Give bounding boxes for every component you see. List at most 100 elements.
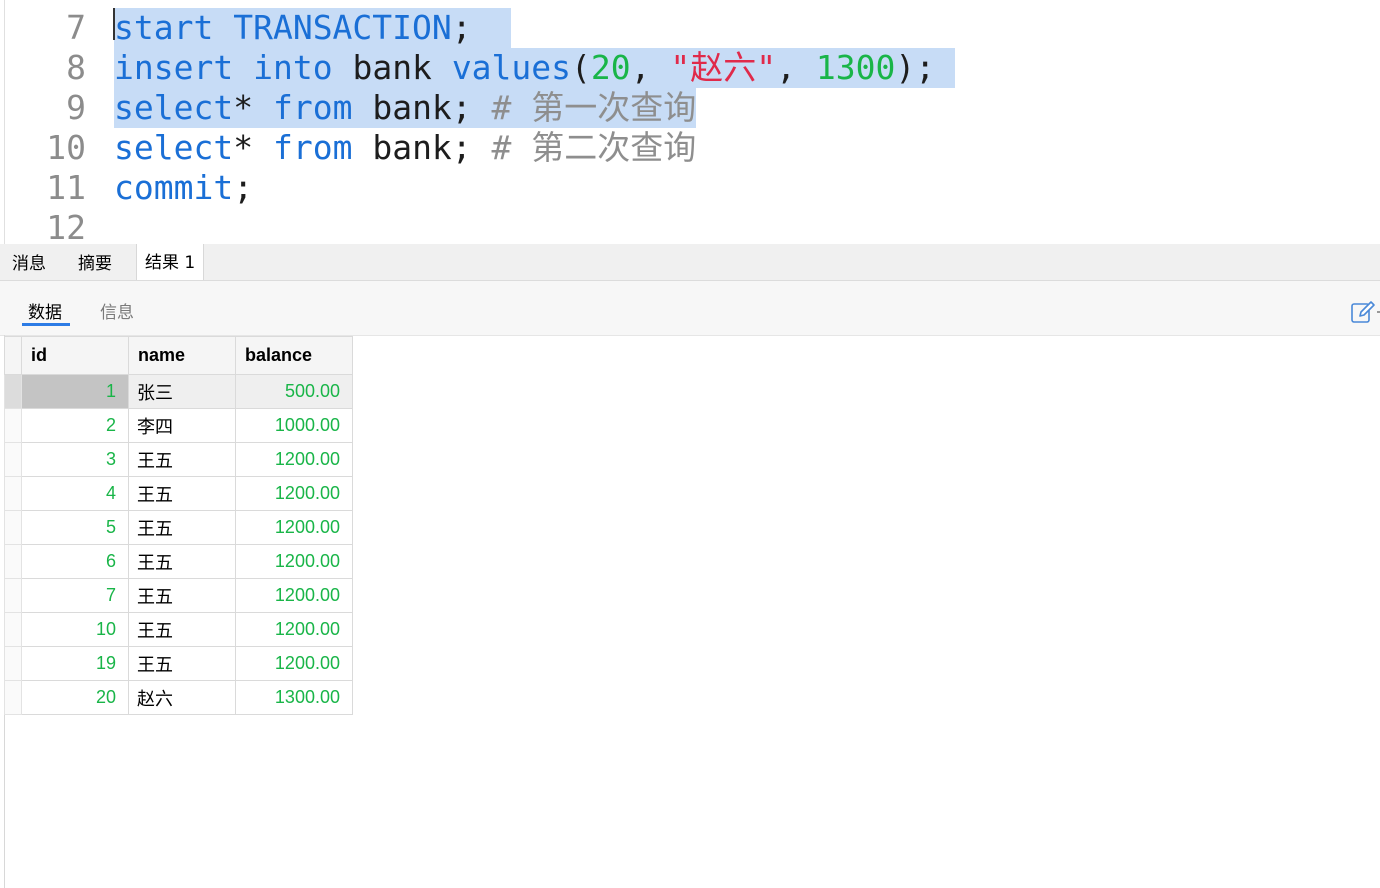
row-header[interactable] (4, 408, 22, 443)
line-number: 7 (66, 8, 86, 47)
punct-token: ); (895, 48, 936, 87)
punct-token: ( (571, 48, 591, 87)
cell-id[interactable]: 5 (21, 510, 129, 545)
row-header[interactable] (4, 476, 22, 511)
row-header[interactable] (4, 442, 22, 477)
code-text[interactable]: select* from bank; # 第一次查询 (114, 88, 697, 128)
code-line-8[interactable]: 8 insert into bank values(20, "赵六", 1300… (0, 48, 1380, 88)
keyword-token: into (253, 48, 333, 87)
code-line-12[interactable]: 12 (0, 208, 1380, 244)
result-panel-tabs: 消息 摘要 结果 1 (0, 244, 1380, 281)
tab-info[interactable]: 信息 (100, 298, 134, 323)
cell-name[interactable]: 王五 (128, 612, 236, 647)
cell-id[interactable]: 1 (21, 374, 129, 409)
row-header[interactable] (4, 578, 22, 613)
cell-id[interactable]: 3 (21, 442, 129, 477)
keyword-token: values (451, 48, 572, 87)
grid-header-row: id name balance (4, 336, 353, 375)
code-line-7[interactable]: 7 start TRANSACTION; (0, 8, 1380, 48)
code-text[interactable]: select* from bank; # 第二次查询 (114, 128, 696, 168)
cell-balance[interactable]: 1200.00 (235, 442, 353, 477)
cell-balance[interactable]: 1200.00 (235, 578, 353, 613)
table-row[interactable]: 19 王五 1200.00 (4, 646, 353, 681)
row-header[interactable] (4, 612, 22, 647)
code-text[interactable]: start TRANSACTION; (114, 8, 512, 48)
cell-name[interactable]: 王五 (128, 510, 236, 545)
comment-token: # 第一次查询 (491, 88, 697, 127)
table-row[interactable]: 2 李四 1000.00 (4, 408, 353, 443)
cell-name[interactable]: 李四 (128, 408, 236, 443)
table-row[interactable]: 3 王五 1200.00 (4, 442, 353, 477)
row-header[interactable] (4, 680, 22, 715)
code-line-9[interactable]: 9 select* from bank; # 第一次查询 (0, 88, 1380, 128)
row-header[interactable] (4, 544, 22, 579)
cell-balance[interactable]: 1000.00 (235, 408, 353, 443)
cell-name[interactable]: 赵六 (128, 680, 236, 715)
cell-name[interactable]: 王五 (128, 578, 236, 613)
line-number: 8 (66, 48, 86, 87)
row-header[interactable] (4, 646, 22, 681)
cell-name[interactable]: 张三 (128, 374, 236, 409)
table-row[interactable]: 5 王五 1200.00 (4, 510, 353, 545)
sql-editor[interactable]: 7 start TRANSACTION; 8 insert into bank … (0, 0, 1380, 244)
cell-balance[interactable]: 1200.00 (235, 476, 353, 511)
code-line-11[interactable]: 11 commit; (0, 168, 1380, 208)
number-token: 1300 (815, 48, 896, 87)
pencil-edit-icon[interactable] (1350, 299, 1376, 325)
punct-token: ; (451, 8, 472, 47)
keyword-token: start (114, 8, 214, 47)
row-header-corner[interactable] (4, 336, 22, 375)
table-row[interactable]: 6 王五 1200.00 (4, 544, 353, 579)
column-header-id[interactable]: id (21, 336, 129, 375)
table-row[interactable]: 4 王五 1200.00 (4, 476, 353, 511)
table-row[interactable]: 10 王五 1200.00 (4, 612, 353, 647)
cell-name[interactable]: 王五 (128, 442, 236, 477)
cell-id[interactable]: 4 (21, 476, 129, 511)
code-text[interactable]: commit; (114, 168, 253, 208)
cell-balance[interactable]: 1200.00 (235, 646, 353, 681)
cell-id[interactable]: 2 (21, 408, 129, 443)
identifier-token: bank (352, 48, 432, 87)
cell-id[interactable]: 10 (21, 612, 129, 647)
code-text[interactable]: insert into bank values(20, "赵六", 1300); (114, 48, 956, 88)
column-header-balance[interactable]: balance (235, 336, 353, 375)
cell-id[interactable]: 7 (21, 578, 129, 613)
row-header[interactable] (4, 510, 22, 545)
comment-token: # 第二次查询 (491, 128, 697, 167)
identifier-token: bank; (372, 88, 472, 127)
cell-balance[interactable]: 1200.00 (235, 612, 353, 647)
keyword-token: commit (114, 168, 234, 207)
result-data-grid[interactable]: id name balance 1 张三 500.00 2 李四 1000.00… (4, 336, 353, 715)
cell-name[interactable]: 王五 (128, 544, 236, 579)
cell-id[interactable]: 20 (21, 680, 129, 715)
keyword-token: from (272, 128, 353, 167)
string-token: "赵六" (670, 48, 777, 87)
tab-summary[interactable]: 摘要 (78, 244, 112, 280)
result-grid-area: id name balance 1 张三 500.00 2 李四 1000.00… (0, 335, 1380, 888)
column-header-name[interactable]: name (128, 336, 236, 375)
keyword-token: from (272, 88, 353, 127)
tab-messages[interactable]: 消息 (12, 244, 46, 280)
cell-id[interactable]: 19 (21, 646, 129, 681)
number-token: 20 (590, 48, 631, 87)
cell-name[interactable]: 王五 (128, 476, 236, 511)
tab-data[interactable]: 数据 (28, 298, 62, 323)
code-line-10[interactable]: 10 select* from bank; # 第二次查询 (0, 128, 1380, 168)
table-row[interactable]: 20 赵六 1300.00 (4, 680, 353, 715)
keyword-token: select (114, 88, 234, 127)
row-header[interactable] (4, 374, 22, 409)
line-number: 9 (66, 88, 86, 127)
cell-name[interactable]: 王五 (128, 646, 236, 681)
cell-id[interactable]: 6 (21, 544, 129, 579)
cell-balance[interactable]: 1200.00 (235, 510, 353, 545)
text-caret (113, 8, 115, 40)
cell-balance[interactable]: 500.00 (235, 374, 353, 409)
table-row[interactable]: 1 张三 500.00 (4, 374, 353, 409)
table-row[interactable]: 7 王五 1200.00 (4, 578, 353, 613)
punct-token: , (776, 48, 816, 87)
tab-result-1[interactable]: 结果 1 (136, 244, 205, 280)
line-number: 11 (46, 168, 86, 207)
cell-balance[interactable]: 1300.00 (235, 680, 353, 715)
cell-balance[interactable]: 1200.00 (235, 544, 353, 579)
punct-token: * (233, 88, 254, 127)
